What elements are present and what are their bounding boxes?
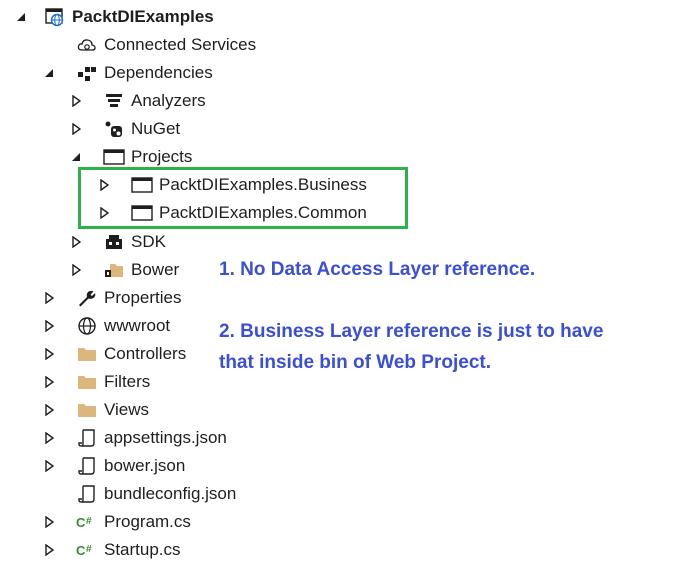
tree-item-label: Filters — [104, 372, 151, 391]
svg-text:C: C — [76, 543, 86, 558]
tree-item-project-common[interactable]: PacktDIExamples.Common — [100, 199, 367, 227]
tree-item-wwwroot[interactable]: wwwroot — [45, 312, 171, 340]
svg-text:C: C — [76, 515, 86, 530]
tree-item-nuget[interactable]: NuGet — [72, 115, 181, 143]
wrench-icon — [76, 287, 98, 309]
tree-item-label: bundleconfig.json — [104, 484, 237, 503]
globe-icon — [76, 315, 98, 337]
web-project-icon — [44, 6, 66, 28]
project-reference-icon — [131, 202, 153, 224]
tree-item-label: PacktDIExamples — [72, 7, 214, 26]
tree-item-label: Bower — [131, 260, 180, 279]
tree-item-label: Properties — [104, 288, 182, 307]
annotation-note-1: 1. No Data Access Layer reference. — [219, 259, 536, 280]
collapsed-arrow-icon[interactable] — [42, 543, 56, 557]
sdk-icon — [103, 231, 125, 253]
tree-item-label: Views — [104, 400, 150, 419]
tree-item-label: bower.json — [104, 456, 186, 475]
tree-item-label: Controllers — [104, 344, 187, 363]
collapsed-arrow-icon[interactable] — [42, 431, 56, 445]
dependencies-icon — [76, 62, 98, 84]
tree-item-root[interactable]: PacktDIExamples — [17, 3, 214, 31]
tree-item-properties[interactable]: Properties — [45, 284, 182, 312]
projects-icon — [103, 146, 125, 168]
collapsed-arrow-icon[interactable] — [42, 347, 56, 361]
tree-item-label: SDK — [131, 232, 166, 251]
tree-item-label: wwwroot — [104, 316, 171, 335]
tree-item-label: Analyzers — [131, 91, 206, 110]
tree-item-analyzers[interactable]: Analyzers — [72, 87, 206, 115]
tree-item-sdk[interactable]: SDK — [72, 228, 166, 256]
collapsed-arrow-icon[interactable] — [42, 515, 56, 529]
tree-item-label: Connected Services — [104, 35, 257, 54]
tree-item-label: PacktDIExamples.Business — [159, 175, 367, 194]
json-file-icon — [76, 455, 98, 477]
collapsed-arrow-icon[interactable] — [69, 235, 83, 249]
tree-item-dependencies[interactable]: Dependencies — [45, 59, 213, 87]
tree-item-bower-json[interactable]: bower.json — [45, 452, 186, 480]
tree-item-views[interactable]: Views — [45, 396, 150, 424]
annotation-note-2-line-2: that inside bin of Web Project. — [219, 352, 492, 373]
json-file-icon — [76, 427, 98, 449]
collapsed-arrow-icon[interactable] — [69, 263, 83, 277]
collapsed-arrow-icon[interactable] — [69, 122, 83, 136]
expanded-arrow-icon[interactable] — [14, 10, 28, 24]
collapsed-arrow-icon[interactable] — [97, 206, 111, 220]
json-file-icon — [76, 483, 98, 505]
folder-icon — [76, 371, 98, 393]
bower-folder-icon — [103, 259, 125, 281]
collapsed-arrow-icon[interactable] — [42, 375, 56, 389]
analyzers-icon — [103, 90, 125, 112]
cloud-gear-icon — [76, 34, 98, 56]
svg-text:#: # — [86, 516, 92, 527]
expanded-arrow-icon[interactable] — [42, 66, 56, 80]
tree-item-label: NuGet — [131, 119, 181, 138]
collapsed-arrow-icon[interactable] — [42, 319, 56, 333]
svg-text:#: # — [86, 544, 92, 555]
collapsed-arrow-icon[interactable] — [97, 178, 111, 192]
collapsed-arrow-icon[interactable] — [42, 291, 56, 305]
expanded-arrow-icon[interactable] — [69, 150, 83, 164]
tree-item-controllers[interactable]: Controllers — [45, 340, 187, 368]
tree-item-project-business[interactable]: PacktDIExamples.Business — [100, 171, 367, 199]
tree-item-startup[interactable]: C # Startup.cs — [45, 536, 181, 564]
folder-icon — [76, 343, 98, 365]
tree-item-filters[interactable]: Filters — [45, 368, 151, 396]
folder-icon — [76, 399, 98, 421]
tree-item-label: appsettings.json — [104, 428, 227, 447]
annotation-note-2-line-1: 2. Business Layer reference is just to h… — [219, 321, 604, 342]
tree-item-label: Startup.cs — [104, 540, 181, 559]
tree-item-label: PacktDIExamples.Common — [159, 203, 367, 222]
csharp-file-icon: C # — [76, 511, 98, 533]
tree-item-appsettings[interactable]: appsettings.json — [45, 424, 227, 452]
tree-item-program[interactable]: C # Program.cs — [45, 508, 191, 536]
tree-item-label: Program.cs — [104, 512, 191, 531]
collapsed-arrow-icon[interactable] — [69, 94, 83, 108]
collapsed-arrow-icon[interactable] — [42, 459, 56, 473]
tree-item-connected-services[interactable]: Connected Services — [76, 31, 256, 59]
nuget-icon — [103, 118, 125, 140]
collapsed-arrow-icon[interactable] — [42, 403, 56, 417]
csharp-file-icon: C # — [76, 539, 98, 561]
tree-item-bundleconfig[interactable]: bundleconfig.json — [76, 480, 236, 508]
project-reference-icon — [131, 174, 153, 196]
tree-item-label: Dependencies — [104, 63, 213, 82]
tree-item-bower-dependency[interactable]: Bower — [72, 256, 180, 284]
